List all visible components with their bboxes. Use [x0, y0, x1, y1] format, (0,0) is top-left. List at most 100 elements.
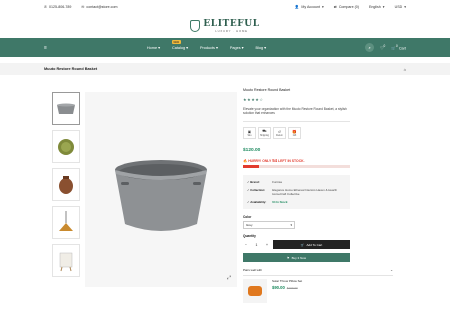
- feature-gift[interactable]: 🎁 Gift: [288, 127, 301, 139]
- nav-label: Blog: [255, 45, 264, 50]
- color-select[interactable]: Grey ▾: [243, 221, 295, 229]
- nav-label: Home: [146, 45, 158, 50]
- user-icon: 👤: [294, 4, 300, 9]
- meta-brand: ✓ Brand: Furnisa: [247, 178, 346, 186]
- product-title: Muuto Restore Round Basket: [243, 88, 291, 92]
- buy-now-button[interactable]: ⚑ Buy It Now: [243, 253, 350, 262]
- account-link[interactable]: 👤 My Account ▾: [295, 5, 324, 9]
- nav-item-catalog[interactable]: NEW Catalog ▾: [171, 40, 188, 50]
- language-select[interactable]: English ▾: [369, 5, 385, 9]
- chevron-down-icon: ▾: [215, 46, 218, 50]
- chevron-down-icon: ▾: [241, 46, 244, 50]
- related-product-image[interactable]: [243, 279, 267, 303]
- chevron-down-icon: ▾: [158, 46, 160, 50]
- product-meta: ✓ Brand: Furnisa ✓ Collection: Elegance Ho…: [243, 175, 350, 209]
- hurry-count: 54: [272, 158, 278, 163]
- hamburger-menu-icon[interactable]: ≡: [44, 45, 47, 51]
- quantity-stepper: − 1 +: [243, 240, 270, 249]
- chevron-down-icon: ▾: [382, 4, 385, 9]
- buy-now-label: Buy It Now: [291, 255, 307, 260]
- color-label: Color: [243, 215, 252, 219]
- brand-link[interactable]: Furnisa: [272, 180, 346, 184]
- search-icon[interactable]: ⌕: [365, 43, 375, 52]
- chevron-down-icon: ▾: [290, 223, 292, 227]
- nav-label: Products: [199, 45, 215, 50]
- breadcrumb: Muuto Restore Round Basket ⌂: [0, 63, 450, 75]
- compare-icon: ⇄: [333, 4, 337, 9]
- email-text: contact@store.com: [86, 4, 118, 9]
- site-logo[interactable]: ELITEFUL LUXURY · HOME: [0, 13, 450, 38]
- feature-label: Return: [276, 134, 283, 137]
- logo-subtitle: LUXURY · HOME: [215, 28, 248, 33]
- thumbnail-plate[interactable]: [52, 130, 80, 163]
- hurry-prefix: HURRY! ONLY: [248, 159, 272, 163]
- related-product[interactable]: Solar Throw Pillow Set $90.00 $100.00: [243, 279, 350, 303]
- feature-sku[interactable]: ▣ Sku: [243, 127, 256, 139]
- nav-label: Catalog: [171, 45, 186, 50]
- quantity-label: Quantity: [243, 234, 256, 238]
- thumbnail-vase[interactable]: [52, 168, 80, 201]
- email-info[interactable]: ✉ contact@store.com: [81, 5, 117, 9]
- page-title: Muuto Restore Round Basket: [44, 67, 98, 71]
- star-empty-icon: ☆: [259, 97, 264, 102]
- currency-select[interactable]: USD ▾: [395, 5, 406, 9]
- phone-text: 0125-806-789: [49, 4, 72, 9]
- box-icon: ▣: [247, 129, 252, 134]
- thumbnail-pendant-lamp[interactable]: [52, 206, 80, 239]
- nav-item-products[interactable]: Products ▾: [199, 45, 218, 51]
- chevron-down-icon: ▾: [186, 46, 188, 50]
- currency-label: USD: [394, 4, 403, 9]
- wishlist-button[interactable]: ♡0: [380, 44, 385, 50]
- collection-links[interactable]: Elegance Home Ethereal Interiors Haven &…: [272, 188, 346, 196]
- home-icon[interactable]: ⌂: [404, 67, 406, 72]
- shipping-icon: ⛟: [262, 129, 267, 133]
- phone-info[interactable]: ✆ 0125-806-789: [44, 5, 71, 9]
- compare-link[interactable]: ⇄ Compare (0): [334, 5, 359, 9]
- cart-button[interactable]: 🛒0 Cart: [391, 44, 406, 50]
- feature-list: ▣ Sku ⛟ Shipping ↺ Return 🎁 Gift: [243, 127, 350, 139]
- phone-icon: ✆: [44, 4, 48, 9]
- chevron-down-icon: ⌄: [390, 268, 393, 272]
- thumbnail-basket[interactable]: [52, 92, 80, 125]
- compare-label: Compare (0): [338, 4, 359, 9]
- product-info: Muuto Restore Round Basket ★★★★☆ Elevate…: [243, 88, 393, 303]
- color-value: Grey: [246, 223, 253, 227]
- wishlist-count: 0: [383, 44, 386, 49]
- thumbnail-list: [52, 92, 80, 282]
- expand-icon[interactable]: ⤢: [227, 275, 231, 281]
- logo-icon: [190, 19, 201, 32]
- quantity-value[interactable]: 1: [256, 243, 258, 247]
- cart-count: 0: [395, 44, 398, 49]
- add-to-cart-button[interactable]: 🛒 Add To Cart: [273, 240, 350, 249]
- nav-item-blog[interactable]: Blog ▾: [255, 45, 267, 51]
- hurry-suffix: LEFT IN STOCK.: [278, 159, 305, 163]
- rating-stars: ★★★★☆: [243, 97, 350, 102]
- account-label: My Account: [301, 4, 320, 9]
- meta-availability: ✓ Availability: 64 In Stock: [247, 198, 346, 206]
- mail-icon: ✉: [81, 4, 85, 9]
- meta-key: Brand:: [250, 180, 260, 184]
- language-label: English: [368, 4, 381, 9]
- feature-label: Sku: [247, 134, 252, 137]
- logo-title: ELITEFUL: [203, 18, 260, 29]
- nav-item-pages[interactable]: Pages ▾: [229, 45, 244, 51]
- nav-label: Pages: [229, 45, 241, 50]
- plus-button[interactable]: +: [266, 243, 268, 247]
- nav-item-home[interactable]: Home ▾: [146, 45, 160, 51]
- cart-icon: 🛒: [300, 242, 305, 247]
- feature-shipping[interactable]: ⛟ Shipping: [258, 127, 271, 139]
- pairs-well-header[interactable]: Pairs well with ⌄: [243, 268, 393, 276]
- thumbnail-side-table[interactable]: [52, 244, 80, 277]
- availability-value: 64 In Stock: [272, 200, 288, 204]
- stock-alert: 🔥 HURRY! ONLY 54 LEFT IN STOCK.: [243, 158, 350, 163]
- meta-collection: ✓ Collection: Elegance Home Ethereal Inte…: [247, 186, 346, 198]
- product-main-image[interactable]: ⤢: [85, 92, 237, 287]
- feature-return[interactable]: ↺ Return: [273, 127, 286, 139]
- product-description: Elevate your organization with the Muuto…: [243, 107, 350, 122]
- related-product-name[interactable]: Solar Throw Pillow Set: [272, 279, 302, 283]
- chevron-down-icon: ▾: [404, 4, 406, 9]
- add-to-cart-label: Add To Cart: [306, 242, 323, 247]
- stock-progress-fill: [243, 165, 260, 168]
- minus-button[interactable]: −: [245, 243, 247, 247]
- top-bar: ✆ 0125-806-789 ✉ contact@store.com 👤 My Acc…: [0, 0, 450, 13]
